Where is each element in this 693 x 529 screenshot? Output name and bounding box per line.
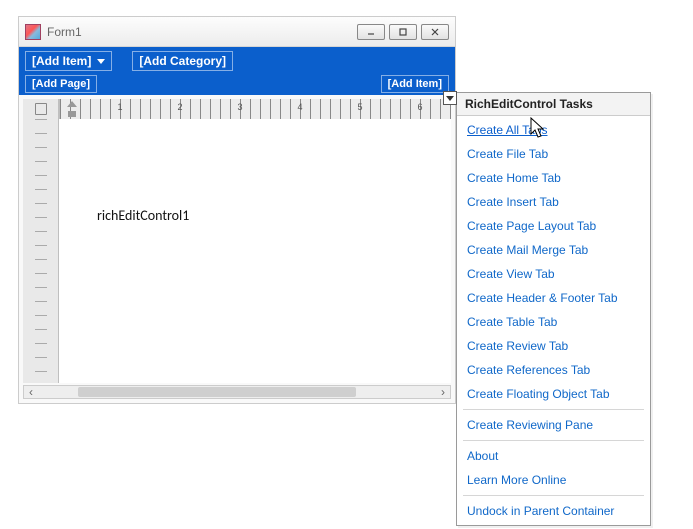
smart-tag-separator — [463, 409, 644, 410]
scroll-thumb[interactable] — [78, 387, 357, 397]
horizontal-ruler-scale[interactable]: 1 2 3 4 5 6 — [59, 99, 451, 119]
smart-tag-item[interactable]: Create Mail Merge Tab — [457, 238, 650, 262]
document-page: richEditControl1 — [69, 139, 429, 369]
ruler-number: 5 — [357, 102, 362, 112]
form-icon — [25, 24, 41, 40]
smart-tag-item[interactable]: Create Header & Footer Tab — [457, 286, 650, 310]
smart-tag-item[interactable]: About — [457, 444, 650, 468]
smart-tag-item[interactable]: Create File Tab — [457, 142, 650, 166]
smart-tag-item[interactable]: Create Review Tab — [457, 334, 650, 358]
smart-tag-item[interactable]: Create Home Tab — [457, 166, 650, 190]
ribbon-bar: [Add Item] [Add Category] [Add Page] [Ad… — [19, 47, 455, 95]
horizontal-ruler: 1 2 3 4 5 6 — [23, 99, 451, 119]
add-page-placeholder[interactable]: [Add Page] — [25, 75, 97, 93]
vertical-ruler[interactable] — [23, 119, 59, 383]
scroll-right-button[interactable]: › — [436, 386, 450, 398]
ruler-number: 4 — [297, 102, 302, 112]
tab-selector-icon[interactable] — [23, 99, 59, 119]
ruler-number: 3 — [237, 102, 242, 112]
smart-tag-item[interactable]: Undock in Parent Container — [457, 499, 650, 523]
scroll-left-button[interactable]: ‹ — [24, 386, 38, 398]
placeholder-text: richEditControl1 — [97, 207, 189, 224]
smart-tag-item[interactable]: Create View Tab — [457, 262, 650, 286]
minimize-button[interactable] — [357, 24, 385, 40]
add-item-top-placeholder[interactable]: [Add Item] — [25, 51, 112, 71]
ruler-number: 2 — [177, 102, 182, 112]
smart-tag-separator — [463, 495, 644, 496]
smart-tag-item[interactable]: Create Table Tab — [457, 310, 650, 334]
smart-tag-item[interactable]: Create Page Layout Tab — [457, 214, 650, 238]
titlebar: Form1 — [19, 17, 455, 47]
smart-tag-title: RichEditControl Tasks — [457, 93, 650, 116]
smart-tag-item[interactable]: Learn More Online — [457, 468, 650, 492]
form-designer-surface: Form1 [Add Item] [Add Category] [Add Pag… — [18, 16, 456, 404]
smart-tag-item[interactable]: Create All Tabs — [457, 118, 650, 142]
ruler-number: 1 — [117, 102, 122, 112]
window-title: Form1 — [47, 25, 357, 39]
add-item-top-label: [Add Item] — [32, 54, 91, 68]
add-category-placeholder[interactable]: [Add Category] — [132, 51, 233, 71]
add-item-right-placeholder[interactable]: [Add Item] — [381, 75, 449, 93]
horizontal-scrollbar[interactable]: ‹ › — [23, 385, 451, 399]
smart-tag-item[interactable]: Create Floating Object Tab — [457, 382, 650, 406]
ruler-number: 6 — [417, 102, 422, 112]
maximize-button[interactable] — [389, 24, 417, 40]
smart-tag-item[interactable]: Create Insert Tab — [457, 190, 650, 214]
richedit-content-area: 1 2 3 4 5 6 richEditControl1 — [23, 99, 451, 383]
close-button[interactable] — [421, 24, 449, 40]
smart-tag-panel: RichEditControl Tasks Create All TabsCre… — [456, 92, 651, 526]
smart-tag-separator — [463, 440, 644, 441]
smart-tag-item[interactable]: Create Reviewing Pane — [457, 413, 650, 437]
scroll-track[interactable] — [38, 386, 436, 398]
indent-marker-icon[interactable] — [67, 101, 77, 117]
window-buttons — [357, 24, 449, 40]
smart-tag-list: Create All TabsCreate File TabCreate Hom… — [457, 116, 650, 525]
smart-tag-item[interactable]: Create References Tab — [457, 358, 650, 382]
document-canvas[interactable]: richEditControl1 — [59, 119, 451, 383]
chevron-down-icon — [97, 59, 105, 64]
smart-tag-glyph[interactable] — [443, 91, 457, 105]
